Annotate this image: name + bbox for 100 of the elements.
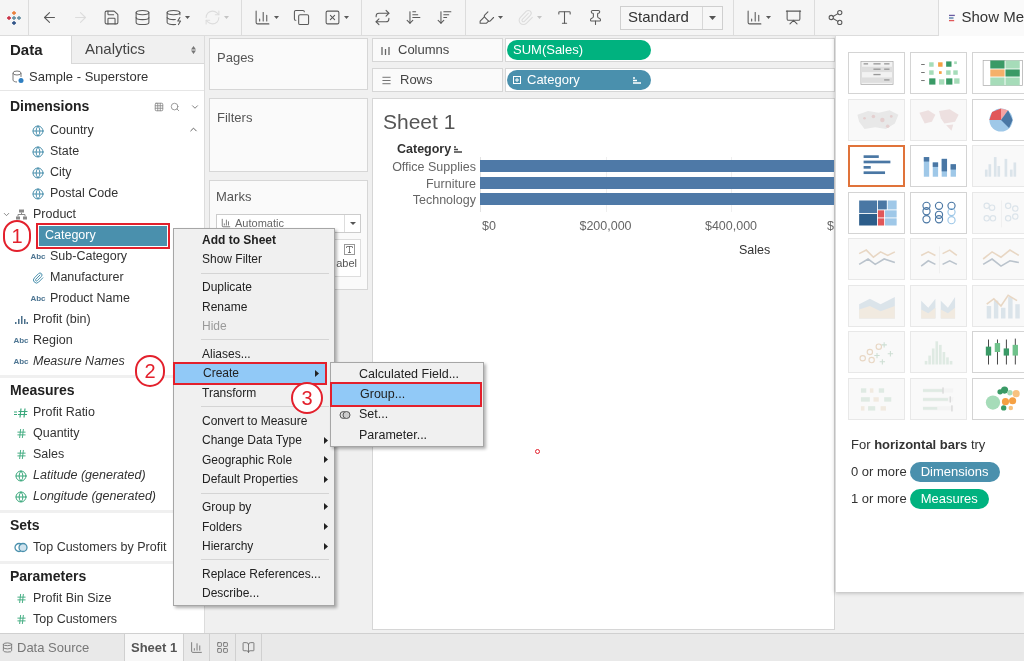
menu-item[interactable]: Rename bbox=[174, 296, 254, 317]
field-item[interactable]: Region bbox=[31, 330, 73, 351]
field-item[interactable]: Top Customers by Profit bbox=[31, 537, 167, 558]
type-label: Abc bbox=[13, 357, 29, 366]
caret-icon bbox=[709, 15, 716, 20]
field-item[interactable]: Profit Ratio bbox=[31, 402, 95, 423]
field-item[interactable]: Measure Names bbox=[31, 351, 125, 372]
field-item[interactable]: State bbox=[48, 141, 80, 162]
grid-icon[interactable] bbox=[154, 101, 164, 112]
caret-icon bbox=[224, 16, 229, 19]
pane-tab[interactable]: Analytics bbox=[71, 36, 204, 64]
sort-icon bbox=[454, 145, 463, 153]
globe-icon bbox=[32, 187, 44, 200]
new-story-icon bbox=[242, 641, 256, 654]
menu-item[interactable]: Geographic Role bbox=[174, 449, 334, 470]
set-icon bbox=[339, 409, 351, 420]
field-pill[interactable]: Category bbox=[507, 70, 651, 90]
section-header: Dimensions bbox=[10, 97, 91, 116]
globe-icon bbox=[15, 469, 27, 482]
chart-type-button[interactable] bbox=[848, 191, 905, 234]
field-item[interactable]: Top Customers bbox=[31, 609, 118, 630]
card-title: Filters bbox=[217, 110, 253, 125]
field-item[interactable]: Latitude (generated) bbox=[31, 465, 146, 486]
menu-item[interactable]: Aliases... bbox=[174, 343, 257, 364]
shelf-label: Rows bbox=[372, 68, 503, 92]
caret-icon bbox=[185, 16, 190, 19]
field-item[interactable]: Postal Code bbox=[48, 183, 119, 204]
field-item[interactable]: Manufacturer bbox=[48, 267, 124, 288]
requirement-text: 0 or more bbox=[851, 463, 907, 482]
field-item[interactable]: Quantity bbox=[31, 423, 80, 444]
logo-icon bbox=[6, 9, 22, 26]
chart-type-button[interactable] bbox=[910, 52, 967, 94]
type-label: Abc bbox=[13, 336, 29, 345]
axis-title: Sales bbox=[739, 243, 771, 257]
expand-caret-icon[interactable] bbox=[2, 210, 11, 219]
row-header: Category bbox=[397, 139, 463, 159]
field-item[interactable]: Profit (bin) bbox=[31, 309, 91, 330]
menu-item[interactable]: Group by bbox=[174, 497, 334, 517]
chart-type-button[interactable] bbox=[972, 98, 1024, 141]
menu-item[interactable]: Create bbox=[175, 363, 325, 384]
menu-item[interactable]: Calculated Field... bbox=[331, 364, 483, 385]
field-item[interactable]: Country bbox=[48, 120, 94, 141]
chart-type-button[interactable] bbox=[848, 145, 905, 187]
chart-type-button[interactable] bbox=[910, 145, 967, 187]
field-item[interactable]: Category bbox=[39, 225, 167, 246]
show-me-tab[interactable]: Show Me bbox=[938, 0, 1024, 36]
sheet-tab[interactable]: Sheet 1 bbox=[125, 634, 185, 661]
globe-icon bbox=[15, 490, 27, 503]
submenu-arrow-icon bbox=[324, 542, 328, 550]
field-item[interactable]: Sales bbox=[31, 444, 65, 465]
menu-item[interactable]: Parameter... bbox=[331, 424, 483, 446]
menu-item[interactable]: Show Filter bbox=[174, 249, 269, 270]
caret-icon bbox=[766, 16, 771, 19]
caret-icon bbox=[537, 16, 542, 19]
search-icon[interactable] bbox=[170, 101, 180, 112]
shelf-label: Columns bbox=[372, 38, 503, 62]
set-icon bbox=[14, 542, 28, 553]
fit-dropdown[interactable]: Standard bbox=[620, 5, 723, 30]
show-me-hint: For horizontal bars try bbox=[851, 435, 987, 454]
card-title: Pages bbox=[217, 50, 254, 65]
chart-type-button[interactable] bbox=[972, 331, 1024, 373]
bar-chart-icon bbox=[221, 218, 231, 228]
menu-item[interactable]: Describe... bbox=[174, 583, 266, 604]
menu-item[interactable]: Hierarchy bbox=[174, 536, 334, 556]
card-title: Marks bbox=[216, 188, 253, 206]
expand-icon bbox=[513, 76, 521, 84]
field-item[interactable]: Sub-Category bbox=[48, 246, 128, 267]
menu-item[interactable]: Change Data Type bbox=[174, 430, 334, 450]
axis-tick-label: $0 bbox=[482, 218, 496, 235]
hash-icon bbox=[15, 449, 27, 460]
submenu-arrow-icon bbox=[324, 475, 328, 483]
menu-item[interactable]: Set... bbox=[331, 404, 483, 425]
menu-item[interactable]: Default Properties bbox=[174, 469, 334, 490]
menu-item[interactable]: Add to Sheet bbox=[174, 230, 282, 250]
chart-type-button[interactable] bbox=[972, 377, 1024, 420]
menu-item[interactable]: Duplicate bbox=[174, 277, 259, 297]
field-item[interactable]: Product bbox=[31, 204, 77, 225]
menu-item[interactable]: Transform bbox=[174, 383, 263, 403]
submenu-arrow-icon bbox=[324, 456, 328, 464]
menu-item[interactable]: Replace References... bbox=[174, 563, 327, 584]
chart-type-button[interactable] bbox=[910, 191, 967, 234]
chart-type-button[interactable] bbox=[972, 52, 1024, 94]
globe-icon bbox=[32, 166, 44, 179]
histogram-icon bbox=[14, 315, 28, 324]
data-source-name[interactable]: Sample - Superstore bbox=[29, 67, 149, 87]
shelf-drop-area[interactable]: Category bbox=[505, 68, 835, 92]
hash-icon bbox=[15, 614, 27, 625]
text-icon bbox=[344, 243, 355, 255]
field-item[interactable]: City bbox=[48, 162, 72, 183]
sort-icon bbox=[633, 76, 641, 84]
new-worksheet-icon bbox=[190, 641, 204, 654]
field-item[interactable]: Profit Bin Size bbox=[31, 588, 112, 609]
section-header: Sets bbox=[10, 515, 41, 535]
menu-item[interactable]: Group... bbox=[332, 384, 480, 405]
field-item[interactable]: Product Name bbox=[48, 288, 130, 309]
menu-item[interactable]: Folders bbox=[174, 516, 334, 537]
hierarchy-icon bbox=[15, 209, 27, 220]
calculated-hash-icon bbox=[13, 407, 29, 418]
paperclip-icon bbox=[32, 271, 44, 284]
field-item[interactable]: Longitude (generated) bbox=[31, 486, 156, 507]
